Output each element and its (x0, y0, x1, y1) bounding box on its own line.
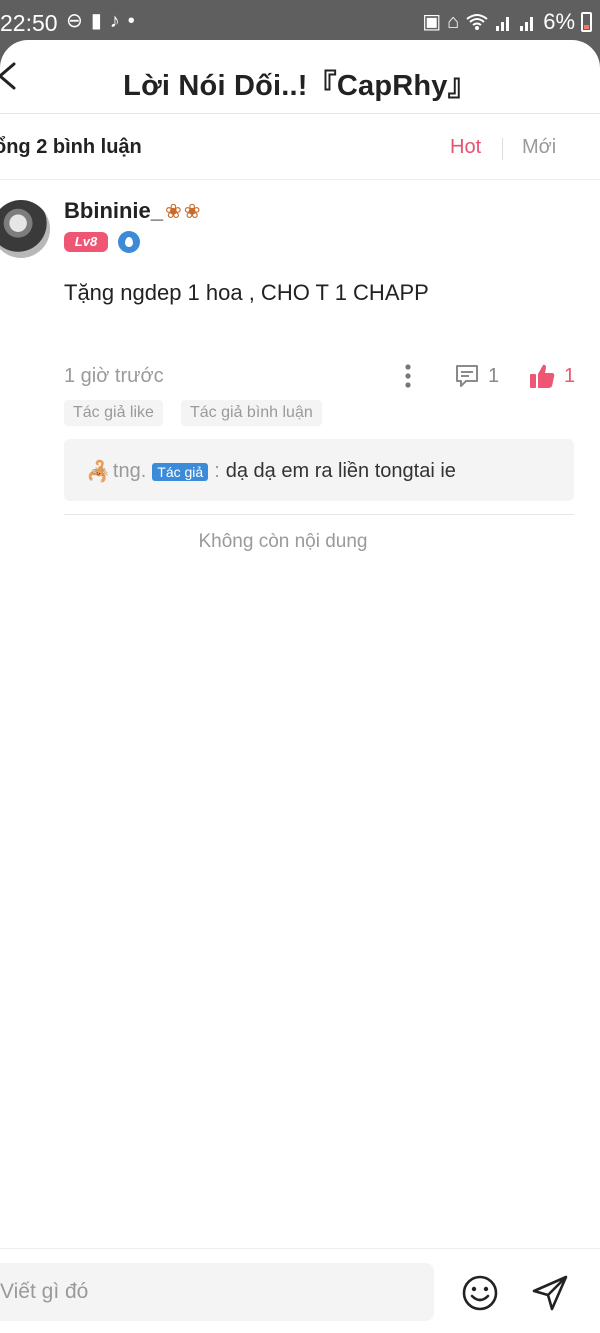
comment-input[interactable] (0, 1263, 434, 1321)
scorpion-icon: 🦂 (86, 461, 111, 483)
tiktok-icon: ♪ (109, 10, 120, 32)
status-left-icons: ⊖ ▮ ♪ • (66, 9, 135, 33)
wifi-icon (466, 14, 488, 30)
signal-icon (520, 17, 534, 31)
status-right-icons: ▣ ⌂ 6% (422, 9, 592, 35)
do-not-disturb-icon: ⊖ (66, 10, 83, 32)
reply-separator: : (214, 460, 220, 482)
comment-bubble-icon (456, 365, 478, 387)
sort-hot-tab[interactable]: Hot (450, 136, 481, 159)
reply-line: 🦂 tng. Tác giả : dạ dạ em ra liền tongta… (86, 459, 456, 484)
status-time: 22:50 (0, 10, 58, 36)
page-title: Lời Nói Dối..!『CapRhy』 (123, 70, 477, 102)
comment-time: 1 giờ trước (64, 365, 164, 387)
thumbs-up-icon (530, 364, 555, 388)
author-commented-tag: Tác giả bình luận (181, 400, 322, 426)
status-bar: 22:50 ⊖ ▮ ♪ • ▣ ⌂ 6% (0, 0, 600, 42)
reply-author-name: tng. (112, 460, 147, 482)
signal-icon (496, 17, 510, 31)
header: Lời Nói Dối..!『CapRhy』 (0, 40, 600, 114)
send-icon[interactable] (530, 1273, 570, 1313)
reply-button[interactable]: 1 (454, 361, 499, 391)
username-text: Bbininie_ (64, 198, 164, 223)
reply-count: 1 (488, 364, 500, 387)
comments-sheet: Lời Nói Dối..!『CapRhy』 ổng 2 bình luận H… (0, 40, 600, 1333)
alert-icon: ▮ (90, 10, 102, 32)
like-count: 1 (564, 364, 576, 387)
sort-new-tab[interactable]: Mới (522, 136, 556, 159)
comment-text: Tặng ngdep 1 hoa , CHO T 1 CHAPP (64, 280, 429, 305)
comments-sort-bar: ổng 2 bình luận Hot Mới (0, 113, 600, 180)
comment-username[interactable]: Bbininie_ ❀ ❀ (64, 198, 201, 224)
reply-text: dạ dạ em ra liền tongtai ie (225, 460, 456, 482)
author-badge: Tác giả (152, 462, 209, 481)
flower-icon: ❀ (165, 201, 182, 223)
more-options-icon[interactable] (400, 362, 416, 390)
divider (64, 514, 574, 515)
comment-composer (0, 1248, 600, 1333)
battery-percentage: 6% (543, 9, 575, 34)
level-badge: Lv8 (64, 232, 108, 252)
reply-preview[interactable]: 🦂 tng. Tác giả : dạ dạ em ra liền tongta… (64, 439, 574, 501)
comment-count: ổng 2 bình luận (0, 136, 142, 158)
author-liked-tag: Tác giả like (64, 400, 163, 426)
battery-icon (581, 12, 592, 32)
like-button[interactable]: 1 (528, 361, 575, 391)
avatar[interactable] (0, 200, 50, 258)
water-drop-badge-icon (118, 231, 140, 253)
emoji-icon[interactable] (460, 1273, 500, 1313)
lock-icon: ▣ (422, 11, 442, 33)
end-of-content-label: Không còn nội dung (198, 531, 368, 552)
sort-divider (502, 138, 503, 160)
dot-icon: • (127, 10, 135, 32)
sleep-icon: ⌂ (447, 11, 460, 33)
flower-icon: ❀ (183, 201, 201, 223)
